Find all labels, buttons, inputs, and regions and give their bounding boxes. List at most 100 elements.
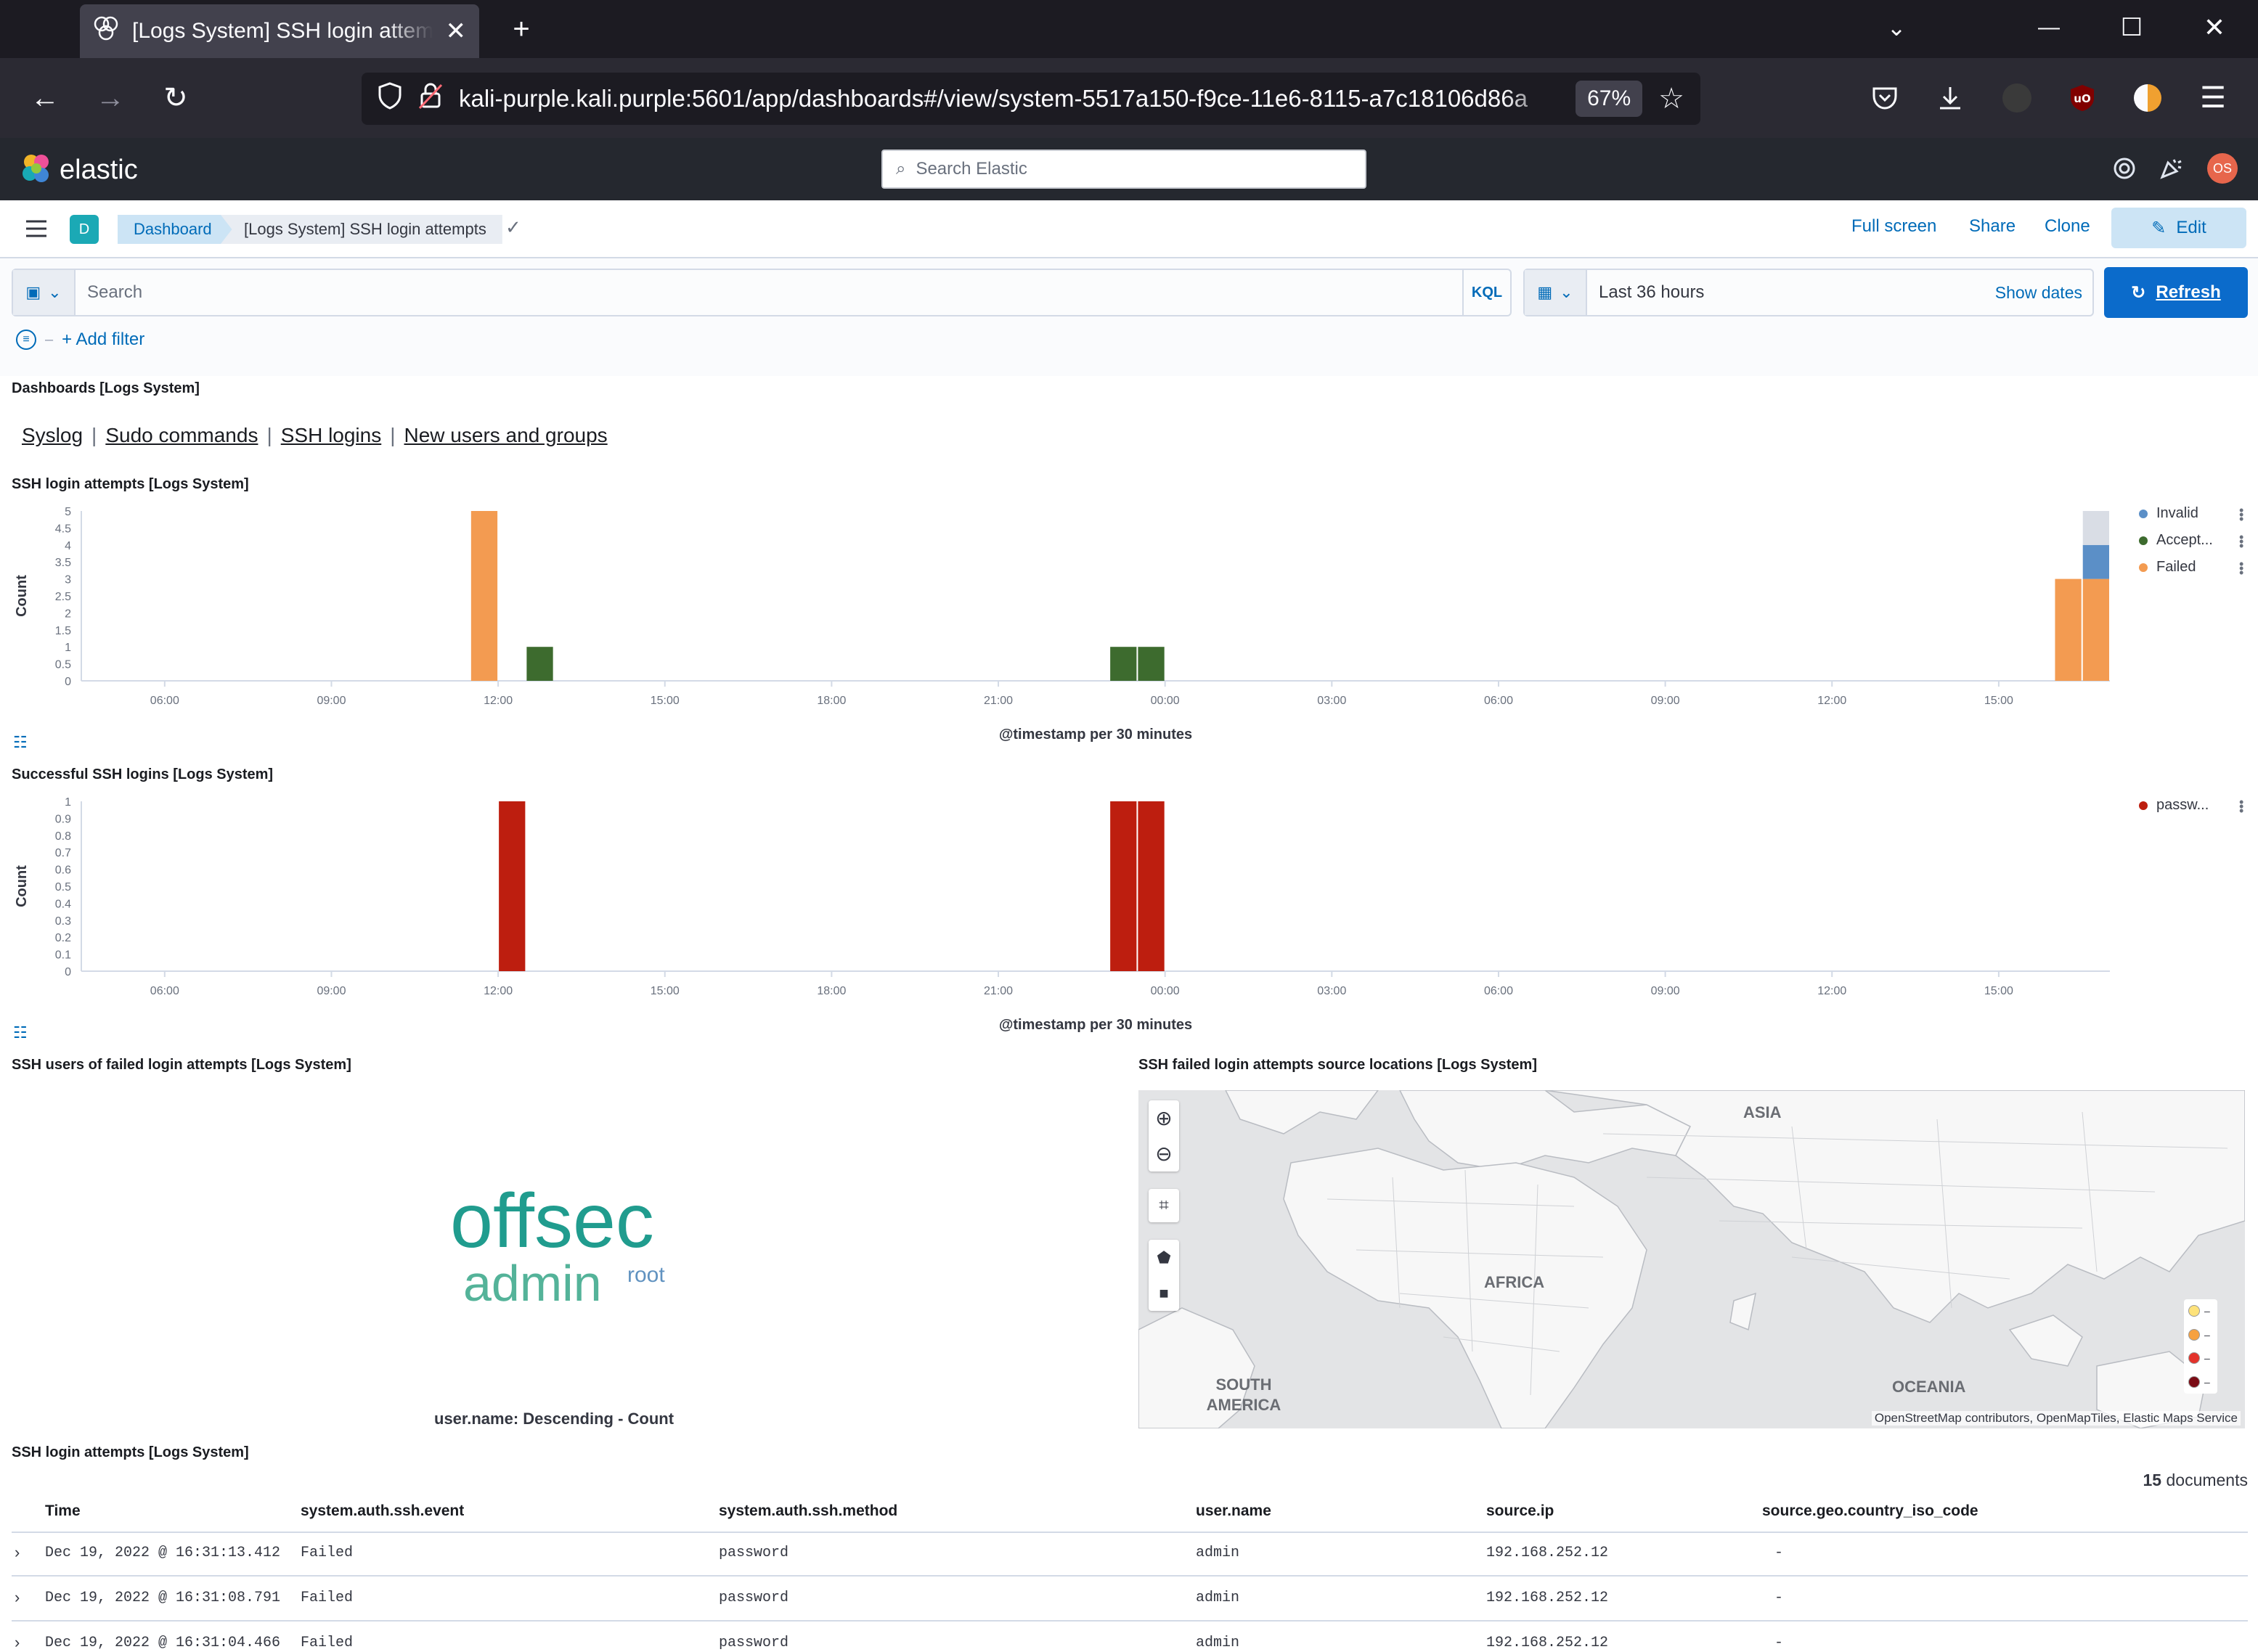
new-users-groups-link[interactable]: New users and groups (404, 424, 608, 447)
x-tick-label: 15:00 (1984, 985, 2013, 997)
bar-other[interactable] (2082, 511, 2109, 545)
legend-options-icon[interactable]: • • • (2239, 796, 2246, 817)
bar-accepted[interactable] (1138, 647, 1165, 681)
zoom-out-icon[interactable]: ⊖ (1149, 1136, 1179, 1171)
legend-item-password[interactable]: passw... (2139, 797, 2209, 814)
panel-inspect-icon[interactable]: ☷ (13, 1023, 28, 1042)
help-icon[interactable] (2111, 155, 2137, 185)
kql-language-button[interactable]: KQL (1462, 270, 1510, 315)
hamburger-menu-icon[interactable]: ☰ (2193, 78, 2233, 118)
clone-link[interactable]: Clone (2045, 216, 2090, 237)
close-window-icon[interactable]: ✕ (2194, 7, 2235, 48)
global-search-input[interactable]: ⌕ Search Elastic (881, 150, 1366, 189)
breadcrumb-dashboard[interactable]: Dashboard (118, 215, 237, 244)
column-header-event[interactable]: system.auth.ssh.event (301, 1502, 464, 1520)
ublock-icon[interactable]: uO (2062, 78, 2103, 118)
user-avatar[interactable]: OS (2207, 153, 2238, 184)
x-tick-label: 18:00 (817, 695, 846, 707)
country-cell: - (1774, 1545, 1784, 1561)
bookmark-star-icon[interactable]: ☆ (1658, 82, 1684, 115)
refresh-label: Refresh (2156, 282, 2221, 302)
column-header-source-ip[interactable]: source.ip (1486, 1502, 1554, 1520)
edit-button[interactable]: ✎ Edit (2111, 208, 2246, 248)
minimize-icon[interactable]: — (2029, 7, 2069, 48)
wordcloud-word[interactable]: offsec (450, 1177, 654, 1265)
bar-password[interactable] (1110, 801, 1137, 971)
legend-options-icon[interactable]: • • • (2239, 504, 2246, 526)
extension-avatar-icon[interactable] (1997, 78, 2037, 118)
zoom-level[interactable]: 67% (1576, 81, 1643, 117)
reload-icon[interactable]: ↻ (155, 78, 196, 118)
pocket-icon[interactable] (1864, 78, 1905, 118)
legend-item-failed[interactable]: Failed (2139, 559, 2196, 576)
draw-polygon-icon[interactable]: ⬟ (1149, 1240, 1179, 1275)
document-count: 15 documents (2143, 1471, 2249, 1490)
y-tick-label: 0.2 (55, 932, 71, 944)
legend-dot-failed (2139, 563, 2148, 572)
column-header-time[interactable]: Time (45, 1502, 81, 1520)
x-tick-label: 03:00 (1317, 695, 1346, 707)
y-tick-label: 1 (65, 642, 71, 654)
add-filter-button[interactable]: + Add filter (62, 330, 144, 350)
bar-password[interactable] (1138, 801, 1165, 971)
news-feed-icon[interactable] (2158, 155, 2184, 185)
x-tick-label: 09:00 (317, 695, 346, 707)
shield-icon[interactable] (378, 82, 402, 115)
bar-accepted[interactable] (1110, 647, 1137, 681)
show-dates-button[interactable]: Show dates (1995, 283, 2092, 303)
y-tick-label: 3 (65, 574, 71, 586)
legend-item-invalid[interactable]: Invalid (2139, 505, 2198, 522)
fit-to-data-icon[interactable]: ⌗ (1149, 1189, 1179, 1222)
quick-select-button[interactable]: ▦ ⌄ (1525, 270, 1587, 315)
wordcloud-word[interactable]: admin (463, 1254, 602, 1312)
wordcloud-word[interactable]: root (627, 1263, 665, 1288)
syslog-link[interactable]: Syslog (22, 424, 83, 447)
filter-icon[interactable]: ≡ (16, 330, 36, 350)
map-legend-label: – (2204, 1305, 2210, 1317)
saved-query-menu-button[interactable]: ▣ ⌄ (13, 270, 76, 315)
ssh-logins-link[interactable]: SSH logins (281, 424, 382, 447)
browser-tab-bar: [Logs System] SSH login attempts ✕ + ⌄ —… (0, 0, 2258, 58)
legend-item-accepted[interactable]: Accept... (2139, 532, 2213, 549)
forward-icon[interactable]: → (90, 78, 131, 118)
zoom-in-icon[interactable]: ⊕ (1149, 1100, 1179, 1136)
extension-icon[interactable] (2127, 78, 2168, 118)
query-search-input[interactable]: Search (76, 282, 1462, 303)
space-avatar[interactable]: D (70, 215, 99, 244)
column-header-user[interactable]: user.name (1196, 1502, 1271, 1520)
maximize-icon[interactable]: ☐ (2111, 7, 2152, 48)
bar-failed[interactable] (2055, 578, 2082, 681)
map-attribution[interactable]: OpenStreetMap contributors, OpenMapTiles… (1871, 1411, 2241, 1426)
bar-invalid[interactable] (2082, 544, 2109, 579)
insecure-lock-icon[interactable] (418, 82, 443, 115)
bar-failed[interactable] (2082, 578, 2109, 681)
time-range-label[interactable]: Last 36 hours (1587, 282, 1995, 303)
bar-password[interactable] (499, 801, 526, 971)
panel-inspect-icon[interactable]: ☷ (13, 733, 28, 752)
elastic-logo[interactable]: elastic (20, 152, 138, 188)
column-header-method[interactable]: system.auth.ssh.method (719, 1502, 897, 1520)
back-icon[interactable]: ← (25, 78, 65, 118)
map-canvas[interactable]: ⊕ ⊖ ⌗ ⬟ ■ ASIA AFRICA SOUTH AMERICA OCEA… (1138, 1090, 2245, 1428)
expand-row-icon[interactable]: › (15, 1633, 20, 1652)
full-screen-link[interactable]: Full screen (1851, 216, 1936, 237)
url-bar[interactable]: kali-purple.kali.purple:5601/app/dashboa… (362, 73, 1700, 125)
legend-options-icon[interactable]: • • • (2239, 531, 2246, 552)
close-tab-icon[interactable]: ✕ (446, 17, 467, 46)
list-all-tabs-icon[interactable]: ⌄ (1876, 7, 1917, 48)
browser-tab[interactable]: [Logs System] SSH login attempts ✕ (80, 4, 479, 58)
expand-row-icon[interactable]: › (15, 1588, 20, 1607)
bar-accepted[interactable] (526, 647, 553, 681)
menu-toggle-icon[interactable] (25, 218, 48, 240)
time-cell: Dec 19, 2022 @ 16:31:04.466 (45, 1635, 281, 1651)
legend-options-icon[interactable]: • • • (2239, 557, 2246, 579)
new-tab-icon[interactable]: + (501, 9, 542, 49)
bar-failed[interactable] (470, 511, 498, 681)
refresh-button[interactable]: ↻ Refresh (2104, 267, 2248, 318)
sudo-commands-link[interactable]: Sudo commands (105, 424, 258, 447)
draw-bounds-icon[interactable]: ■ (1149, 1275, 1179, 1311)
column-header-country[interactable]: source.geo.country_iso_code (1762, 1502, 1978, 1520)
share-link[interactable]: Share (1969, 216, 2016, 237)
expand-row-icon[interactable]: › (15, 1543, 20, 1562)
downloads-icon[interactable] (1930, 78, 1970, 118)
